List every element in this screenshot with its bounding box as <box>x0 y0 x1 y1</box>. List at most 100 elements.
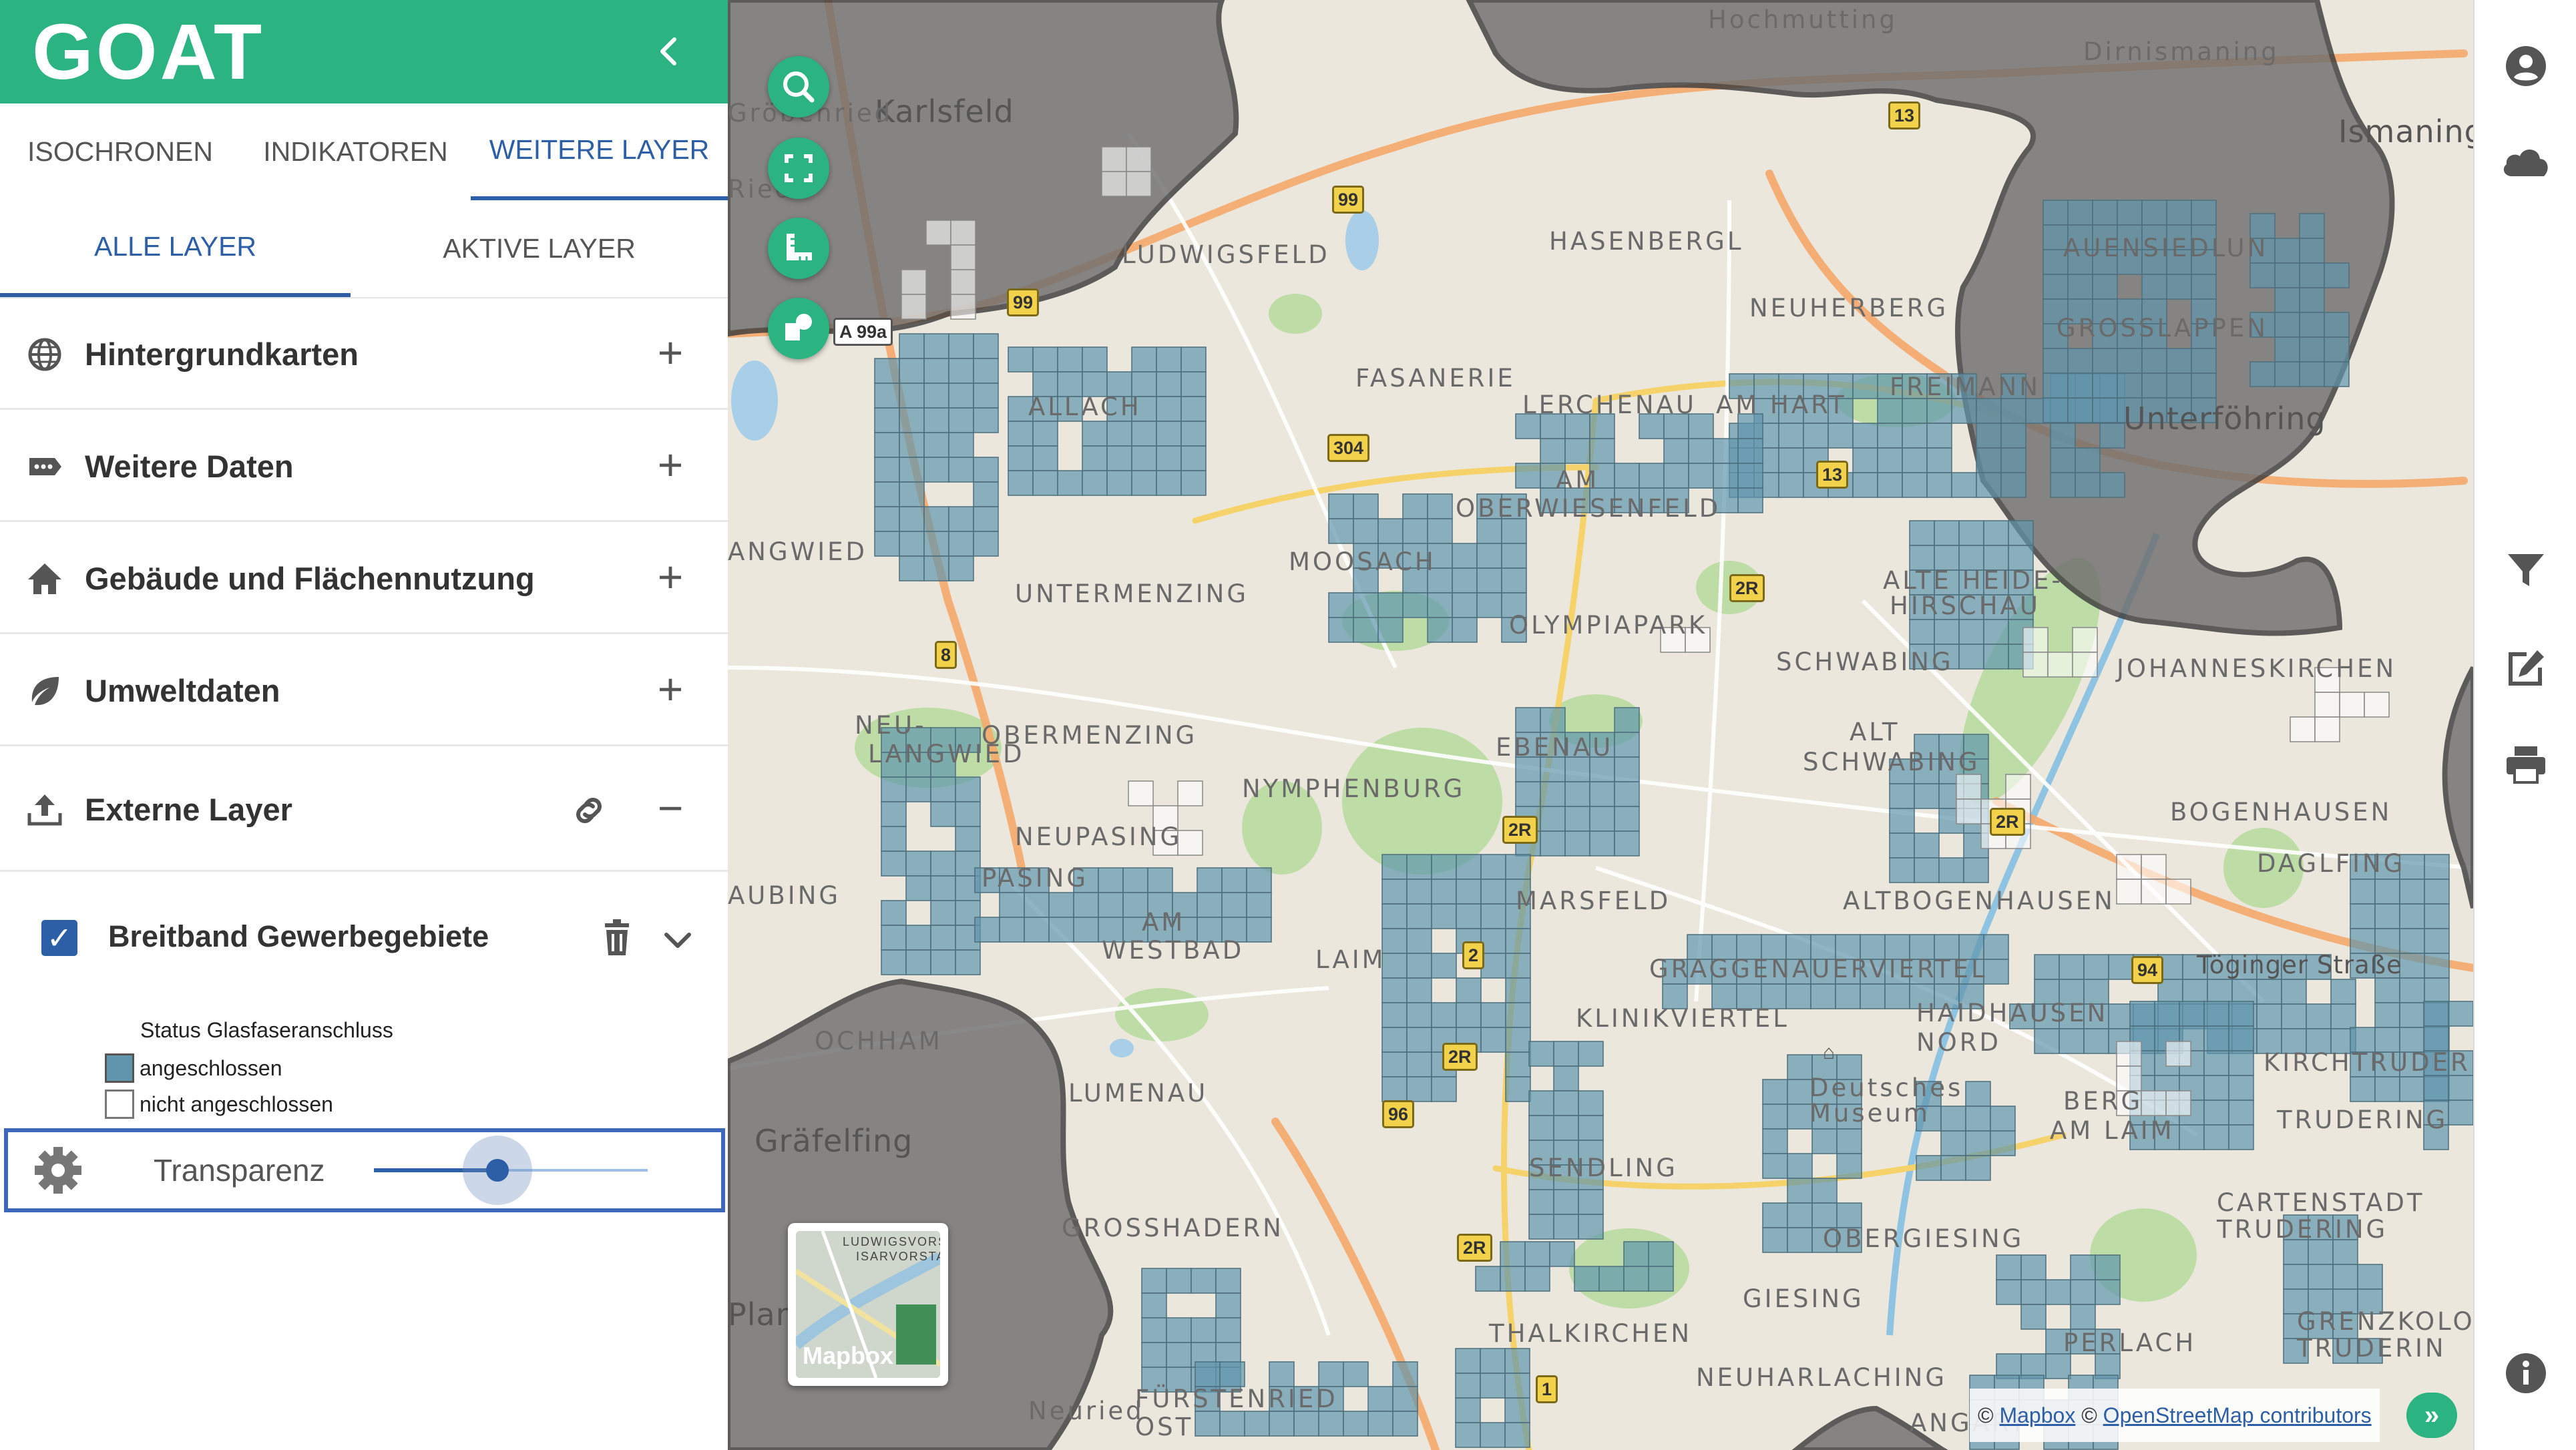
account-icon[interactable] <box>2504 44 2548 88</box>
road-shield: 96 <box>1382 1100 1415 1128</box>
road-shield: 2 <box>1462 941 1485 969</box>
expand-icon[interactable]: + <box>649 299 692 406</box>
place-label: Deutsches <box>1809 1073 1964 1102</box>
trash-icon[interactable] <box>598 918 636 958</box>
layer-visibility-checkbox[interactable]: ✓ <box>41 920 77 956</box>
fullscreen-icon <box>785 154 813 182</box>
transparency-slider-handle[interactable] <box>485 1159 509 1182</box>
category-label: Umweltdaten <box>85 673 280 708</box>
legend-label: angeschlossen <box>140 1056 282 1080</box>
cloud-icon[interactable] <box>2500 140 2553 184</box>
place-label: OCHHAM <box>815 1027 943 1055</box>
place-label: NEUHARLACHING <box>1696 1363 1948 1392</box>
place-label: OBERGIESING <box>1823 1224 2024 1253</box>
place-label: ANGWIED <box>728 537 868 566</box>
map-tools-button[interactable] <box>768 298 829 359</box>
place-label: HAIDHAUSEN <box>1916 999 2109 1027</box>
tab-aktive-layer[interactable]: AKTIVE LAYER <box>351 200 728 297</box>
layer-panel: GOAT ISOCHRONEN INDIKATOREN WEITERE LAYE… <box>0 0 729 1450</box>
place-label: Plan <box>728 1296 796 1333</box>
place-label: FASANERIE <box>1355 364 1516 393</box>
sub-tabs: ALLE LAYER AKTIVE LAYER <box>0 200 728 298</box>
place-label: LUDWIGSFELD <box>1122 240 1330 269</box>
legend-swatch-not-connected <box>105 1090 134 1119</box>
collapse-icon[interactable]: − <box>649 748 692 868</box>
fullscreen-button[interactable] <box>768 138 829 199</box>
place-label: PERLACH <box>2063 1328 2197 1357</box>
tab-indikatoren[interactable]: INDIKATOREN <box>240 103 471 200</box>
link-icon[interactable] <box>568 789 610 832</box>
place-label: WESTBAD <box>1102 936 1245 965</box>
category-label: Gebäude und Flächennutzung <box>85 561 535 596</box>
place-label: GRENZKOLO <box>2297 1307 2473 1336</box>
right-toolbar <box>2473 0 2576 1450</box>
road-shield: 8 <box>935 641 957 669</box>
mapbox-link[interactable]: Mapbox <box>1999 1403 2075 1427</box>
road-shield: 2R <box>1990 808 2025 836</box>
map-attribution: © Mapbox © OpenStreetMap contributors <box>1970 1389 2380 1442</box>
collapse-panel-button[interactable] <box>648 30 690 73</box>
place-label: TRUDERING <box>2217 1215 2388 1244</box>
expand-icon[interactable]: + <box>649 636 692 742</box>
expand-icon[interactable]: + <box>649 411 692 518</box>
osm-link[interactable]: OpenStreetMap contributors <box>2103 1403 2372 1427</box>
place-label: CARTENSTADT <box>2217 1188 2425 1217</box>
road-shield: 304 <box>1327 434 1370 462</box>
legend-swatch-connected <box>105 1053 134 1083</box>
road-shield: 13 <box>1888 101 1921 130</box>
tab-alle-layer[interactable]: ALLE LAYER <box>0 200 351 297</box>
chevron-down-icon[interactable] <box>658 921 697 960</box>
place-label: LAIM <box>1315 945 1386 974</box>
transparency-label: Transparenz <box>154 1153 325 1188</box>
category-umweltdaten[interactable]: Umweltdaten + <box>0 636 728 746</box>
road-shield: 13 <box>1816 461 1849 489</box>
basemap-thumb-label: ISARVORSTA <box>856 1250 940 1263</box>
tab-weitere-layer[interactable]: WEITERE LAYER <box>471 103 728 200</box>
measure-button[interactable] <box>768 218 829 279</box>
place-label: KIRCHTRUDERIN <box>2264 1048 2473 1077</box>
place-label: Unterföhring <box>2123 401 2326 437</box>
road-shield: A 99a <box>833 318 893 346</box>
category-externe-layer[interactable]: Externe Layer − <box>0 748 728 872</box>
place-label: LUMENAU <box>1068 1079 1209 1108</box>
tab-isochronen[interactable]: ISOCHRONEN <box>0 103 240 200</box>
place-label: GROSSLAPPEN <box>2057 314 2268 342</box>
place-label: AUBING <box>728 881 841 910</box>
place-label: HASENBERGL <box>1549 227 1744 256</box>
place-label: Ismaning <box>2338 113 2473 150</box>
road-shield: 2R <box>1457 1234 1492 1262</box>
filter-icon[interactable] <box>2504 547 2548 591</box>
gear-icon[interactable] <box>33 1146 83 1195</box>
edit-icon[interactable] <box>2504 646 2548 690</box>
expand-icon[interactable]: + <box>649 523 692 630</box>
category-weitere-daten[interactable]: Weitere Daten + <box>0 411 728 522</box>
map-canvas[interactable]: Karlsfeld Hochmutting Dirnismaning Ismaning… <box>728 0 2473 1450</box>
place-label: MOOSACH <box>1289 547 1436 576</box>
place-label: AUENSIEDLUN <box>2063 234 2269 262</box>
place-label: THALKIRCHEN <box>1489 1319 1693 1348</box>
leaf-icon <box>31 677 59 706</box>
place-label: FREIMANN <box>1890 373 2041 401</box>
basemap-thumb-label: LUDWIGSVORS <box>843 1235 940 1248</box>
attribution-toggle-button[interactable]: » <box>2406 1393 2457 1438</box>
search-button[interactable] <box>768 56 829 117</box>
place-label: LERCHENAU <box>1522 391 1697 419</box>
place-label: GROSSHADERN <box>1062 1214 1284 1242</box>
place-label: NEUPASING <box>1015 822 1183 851</box>
road-shield: 2R <box>1502 816 1538 844</box>
place-label: HIRSCHAU <box>1890 591 2041 620</box>
data-tag-icon <box>29 458 61 475</box>
info-icon[interactable] <box>2504 1351 2548 1395</box>
place-label: NYMPHENBURG <box>1242 774 1466 803</box>
place-label: Museum <box>1809 1099 1930 1128</box>
shapes-icon <box>785 314 812 340</box>
basemap-label: Mapbox <box>803 1342 894 1369</box>
road-shield: 1 <box>1536 1375 1558 1403</box>
category-hintergrundkarten[interactable]: Hintergrundkarten + <box>0 299 728 410</box>
place-label: BOGENHAUSEN <box>2170 798 2392 826</box>
print-icon[interactable] <box>2504 742 2548 786</box>
category-gebaeude[interactable]: Gebäude und Flächennutzung + <box>0 523 728 634</box>
road-shield: 94 <box>2131 956 2164 984</box>
app-header: GOAT <box>0 0 728 103</box>
place-label: FÜRSTENRIED <box>1135 1385 1338 1413</box>
